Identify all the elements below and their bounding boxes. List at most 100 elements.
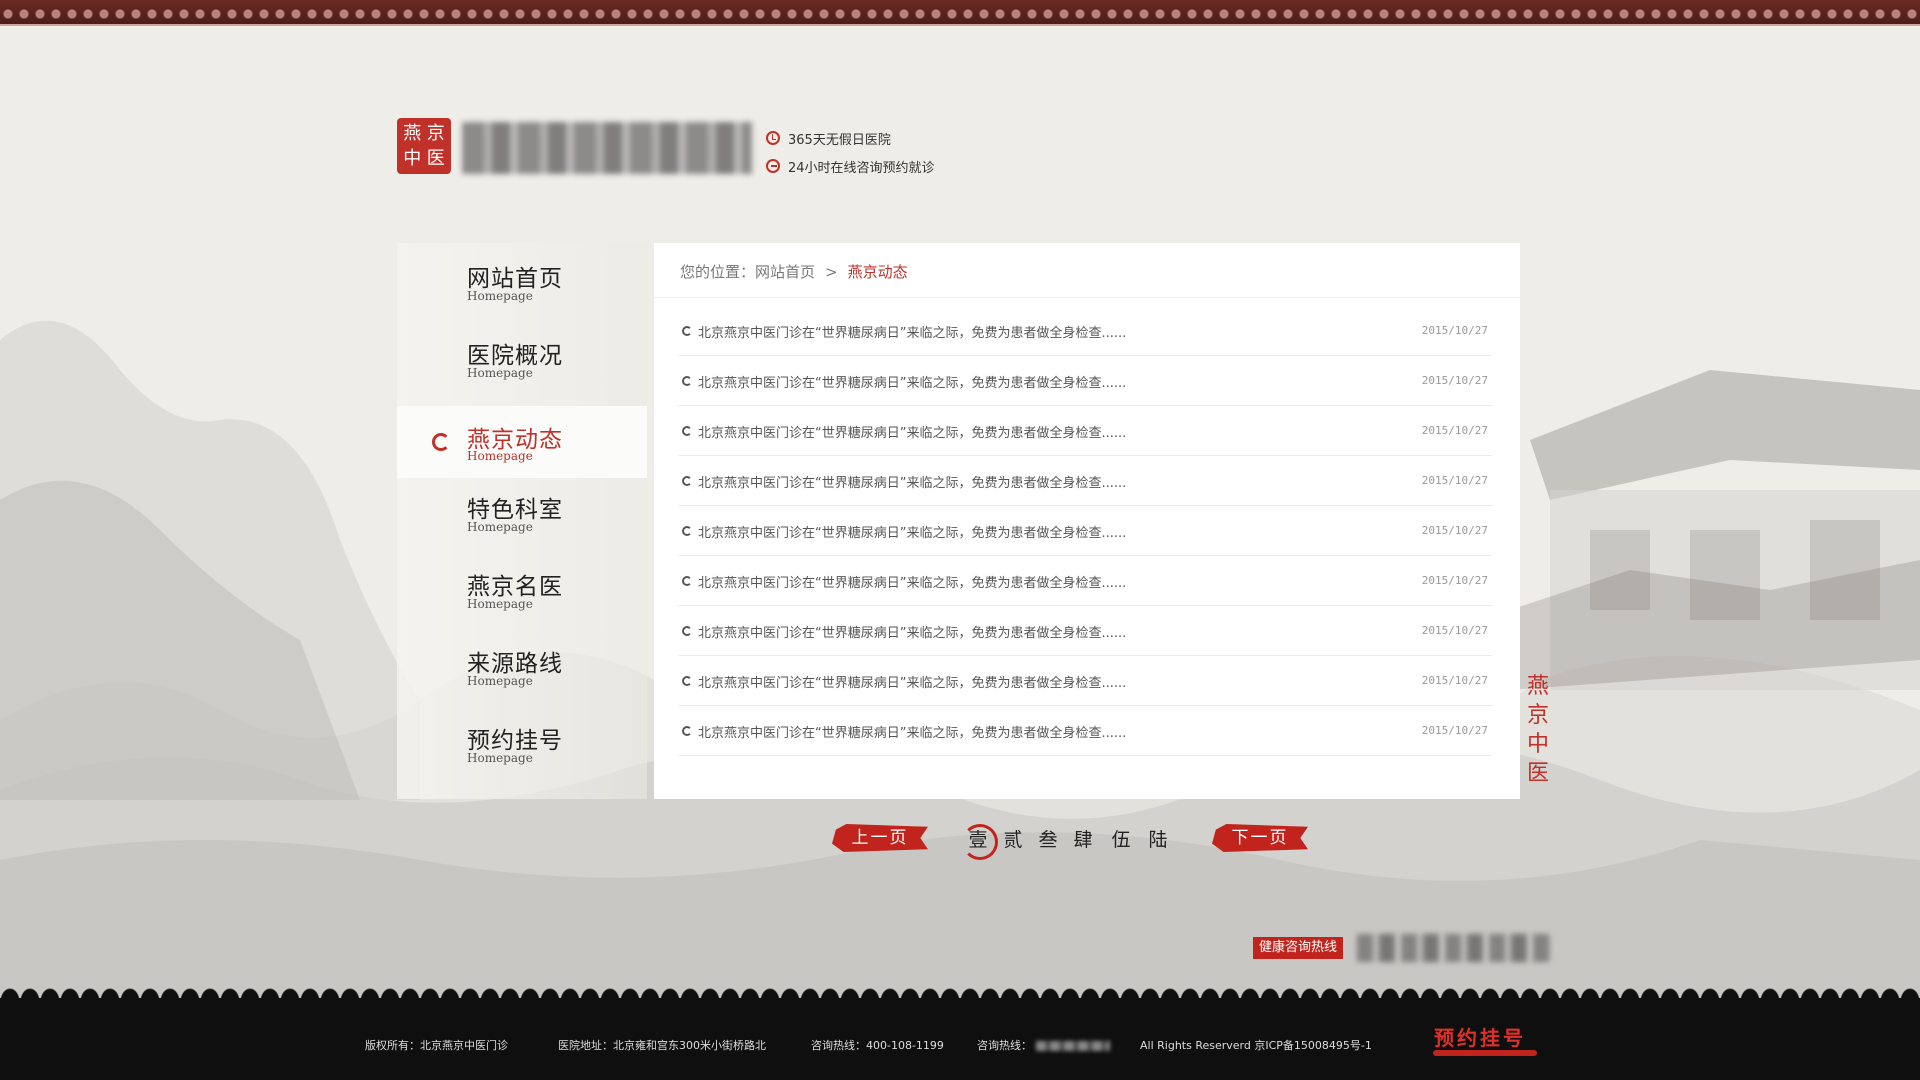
info-line-holiday: 365天无假日医院 [766, 124, 935, 152]
page-number[interactable]: 伍 [1107, 826, 1135, 854]
news-title[interactable]: 北京燕京中医门诊在“世界糖尿病日”来临之际，免费为患者做全身检查...... [698, 322, 1126, 341]
sidebar-nav: 网站首页 Homepage 医院概况 Homepage 燕京动态 Homepag… [397, 243, 647, 799]
sidebar-item-title: 燕京名医 [467, 574, 563, 600]
footer-phone-secondary: 咨询热线： [977, 1037, 1110, 1053]
landscape-left-hills [0, 320, 420, 800]
news-title[interactable]: 北京燕京中医门诊在“世界糖尿病日”来临之际，免费为患者做全身检查...... [698, 522, 1126, 541]
news-item[interactable]: 北京燕京中医门诊在“世界糖尿病日”来临之际，免费为患者做全身检查...... 2… [678, 706, 1492, 756]
sidebar-item-title: 来源路线 [467, 651, 563, 677]
news-title[interactable]: 北京燕京中医门诊在“世界糖尿病日”来临之际，免费为患者做全身检查...... [698, 472, 1126, 491]
news-title[interactable]: 北京燕京中医门诊在“世界糖尿病日”来临之际，免费为患者做全身检查...... [698, 622, 1126, 641]
sidebar-item-title: 预约挂号 [467, 728, 563, 754]
bullet-icon [682, 526, 692, 536]
footer-appointment-button[interactable]: 预约挂号 [1434, 1022, 1526, 1051]
chat-icon [766, 159, 780, 173]
page-number[interactable]: 叁 [1034, 826, 1062, 854]
bullet-icon [682, 626, 692, 636]
page-number[interactable]: 壹 [962, 824, 998, 860]
page-number[interactable]: 肆 [1069, 826, 1097, 854]
bullet-icon [682, 576, 692, 586]
news-item[interactable]: 北京燕京中医门诊在“世界糖尿病日”来临之际，免费为患者做全身检查...... 2… [678, 356, 1492, 406]
prev-page-button[interactable]: 上一页 [832, 824, 928, 852]
bullet-icon [682, 726, 692, 736]
news-date: 2015/10/27 [1421, 674, 1488, 687]
breadcrumb-home-link[interactable]: 您的位置：网站首页 [680, 263, 815, 281]
sidebar-item-appointment[interactable]: 预约挂号 Homepage [397, 705, 647, 777]
bullet-icon [682, 476, 692, 486]
news-panel: 您的位置：网站首页 > 燕京动态 北京燕京中医门诊在“世界糖尿病日”来临之际，免费为… [654, 243, 1520, 799]
hotline-number-blurred [1357, 934, 1552, 962]
news-title[interactable]: 北京燕京中医门诊在“世界糖尿病日”来临之际，免费为患者做全身检查...... [698, 372, 1126, 391]
info-text: 24小时在线咨询预约就诊 [788, 160, 935, 176]
logo-seal-char: 医 [426, 147, 445, 169]
footer [0, 998, 1920, 1080]
footer-copyright: 版权所有：北京燕京中医门诊 [365, 1039, 508, 1052]
news-item[interactable]: 北京燕京中医门诊在“世界糖尿病日”来临之际，免费为患者做全身检查...... 2… [678, 656, 1492, 706]
breadcrumb: 您的位置：网站首页 > 燕京动态 [680, 261, 908, 282]
landscape-houses [1510, 370, 1920, 690]
bullet-icon [682, 326, 692, 336]
page-number[interactable]: 陆 [1144, 826, 1172, 854]
sidebar-item-subtitle: Homepage [467, 597, 533, 611]
sidebar-item-subtitle: Homepage [467, 674, 533, 688]
news-date: 2015/10/27 [1421, 574, 1488, 587]
breadcrumb-current: 燕京动态 [847, 263, 908, 281]
news-title[interactable]: 北京燕京中医门诊在“世界糖尿病日”来临之际，免费为患者做全身检查...... [698, 572, 1126, 591]
logo-seal-char: 京 [426, 123, 445, 144]
sidebar-item-subtitle: Homepage [467, 751, 533, 765]
logo-seal-char: 中 [403, 147, 422, 169]
news-title[interactable]: 北京燕京中医门诊在“世界糖尿病日”来临之际，免费为患者做全身检查...... [698, 422, 1126, 441]
top-decorative-border [0, 0, 1920, 26]
page-number[interactable]: 贰 [999, 826, 1027, 854]
news-date: 2015/10/27 [1421, 624, 1488, 637]
next-page-button[interactable]: 下一页 [1212, 824, 1308, 852]
footer-phone-blurred [1036, 1041, 1110, 1051]
pagination: 上一页 壹 贰 叁 肆 伍 陆 下一页 [0, 820, 1920, 860]
news-item[interactable]: 北京燕京中医门诊在“世界糖尿病日”来临之际，免费为患者做全身检查...... 2… [678, 606, 1492, 656]
info-line-consult: 24小时在线咨询预约就诊 [766, 152, 935, 180]
news-date: 2015/10/27 [1421, 474, 1488, 487]
sidebar-item-departments[interactable]: 特色科室 Homepage [397, 474, 647, 546]
sidebar-item-news[interactable]: 燕京动态 Homepage [397, 406, 647, 478]
footer-address: 医院地址：北京雍和宫东300米小街桥路北 [558, 1039, 766, 1052]
header-info: 365天无假日医院 24小时在线咨询预约就诊 [766, 124, 935, 180]
sidebar-item-subtitle: Homepage [467, 289, 533, 303]
sidebar-item-subtitle: Homepage [467, 520, 533, 534]
bullet-icon [682, 676, 692, 686]
news-item[interactable]: 北京燕京中医门诊在“世界糖尿病日”来临之际，免费为患者做全身检查...... 2… [678, 306, 1492, 356]
sidebar-item-subtitle: Homepage [467, 366, 533, 380]
info-text: 365天无假日医院 [788, 132, 891, 148]
sidebar-item-subtitle: Homepage [467, 449, 533, 463]
footer-phone-label: 咨询热线： [977, 1039, 1032, 1052]
news-date: 2015/10/27 [1421, 374, 1488, 387]
active-bullet-icon [432, 433, 450, 451]
sidebar-item-title: 网站首页 [467, 266, 563, 292]
news-item[interactable]: 北京燕京中医门诊在“世界糖尿病日”来临之际，免费为患者做全身检查...... 2… [678, 456, 1492, 506]
sidebar-item-overview[interactable]: 医院概况 Homepage [397, 320, 647, 392]
side-seal-text: 燕京中医 [1526, 674, 1549, 786]
footer-appointment-underline [1433, 1050, 1537, 1056]
divider [654, 297, 1520, 298]
news-item[interactable]: 北京燕京中医门诊在“世界糖尿病日”来临之际，免费为患者做全身检查...... 2… [678, 556, 1492, 606]
news-date: 2015/10/27 [1421, 524, 1488, 537]
logo-seal-char: 燕 [403, 123, 422, 144]
sidebar-item-title: 医院概况 [467, 343, 563, 369]
bullet-icon [682, 426, 692, 436]
footer-phone: 咨询热线：400-108-1199 [811, 1039, 944, 1052]
news-item[interactable]: 北京燕京中医门诊在“世界糖尿病日”来临之际，免费为患者做全身检查...... 2… [678, 406, 1492, 456]
news-date: 2015/10/27 [1421, 724, 1488, 737]
hotline-label: 健康咨询热线 [1253, 937, 1344, 959]
news-date: 2015/10/27 [1421, 424, 1488, 437]
sidebar-item-directions[interactable]: 来源路线 Homepage [397, 628, 647, 700]
sidebar-item-doctors[interactable]: 燕京名医 Homepage [397, 551, 647, 623]
sidebar-item-home[interactable]: 网站首页 Homepage [397, 243, 647, 315]
sidebar-item-title: 特色科室 [467, 497, 563, 523]
news-title[interactable]: 北京燕京中医门诊在“世界糖尿病日”来临之际，免费为患者做全身检查...... [698, 722, 1126, 741]
news-list: 北京燕京中医门诊在“世界糖尿病日”来临之际，免费为患者做全身检查...... 2… [678, 306, 1492, 756]
logo-text-blurred [462, 122, 752, 174]
bullet-icon [682, 376, 692, 386]
logo-seal[interactable]: 燕 京 中 医 [397, 118, 451, 174]
news-item[interactable]: 北京燕京中医门诊在“世界糖尿病日”来临之际，免费为患者做全身检查...... 2… [678, 506, 1492, 556]
clock-icon [766, 131, 780, 145]
news-title[interactable]: 北京燕京中医门诊在“世界糖尿病日”来临之际，免费为患者做全身检查...... [698, 672, 1126, 691]
